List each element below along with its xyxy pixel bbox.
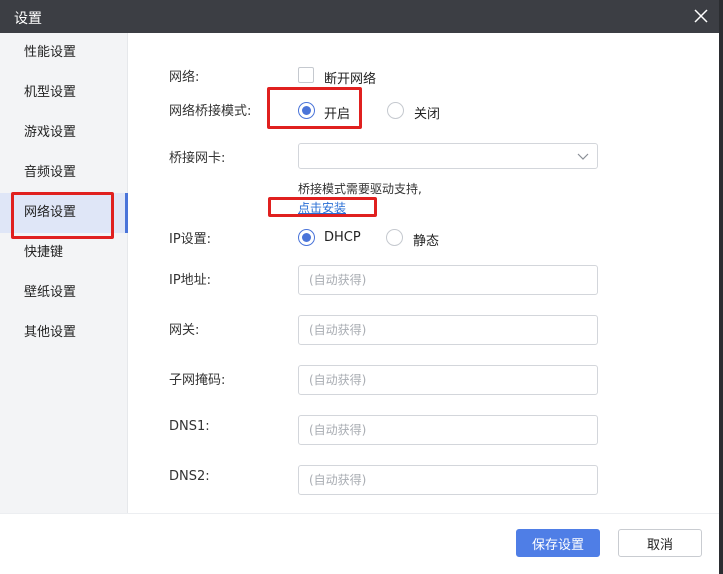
disconnect-label: 断开网络: [324, 72, 377, 87]
dhcp-label: DHCP: [324, 230, 361, 245]
title-bar: 设置: [0, 0, 719, 33]
sidebar-item-model[interactable]: 机型设置: [0, 73, 127, 113]
dns1-label: DNS1:: [169, 419, 210, 434]
sidebar-item-label: 性能设置: [24, 45, 77, 60]
gateway-input[interactable]: [298, 315, 598, 345]
chevron-down-icon: [577, 153, 589, 160]
sidebar-item-label: 机型设置: [24, 85, 77, 100]
sidebar-item-label: 其他设置: [24, 325, 77, 340]
bridge-nic-select[interactable]: [298, 143, 598, 169]
sidebar-item-other[interactable]: 其他设置: [0, 313, 127, 353]
sidebar-item-label: 壁纸设置: [24, 285, 77, 300]
save-button[interactable]: 保存设置: [516, 529, 600, 557]
highlight-box-sidebar: [11, 192, 114, 239]
subnet-mask-label: 子网掩码:: [169, 373, 226, 388]
sidebar-item-performance[interactable]: 性能设置: [0, 33, 127, 73]
close-button[interactable]: [689, 4, 713, 28]
bridge-off-label: 关闭: [414, 107, 441, 122]
driver-hint: 桥接模式需要驱动支持,: [298, 182, 422, 196]
ip-address-label: IP地址:: [169, 273, 212, 288]
sidebar-item-wallpaper[interactable]: 壁纸设置: [0, 273, 127, 313]
sidebar: 性能设置 机型设置 游戏设置 音频设置 网络设置 快捷键 壁纸设置 其他设置: [0, 33, 128, 513]
ip-address-input[interactable]: [298, 265, 598, 295]
sidebar-item-audio[interactable]: 音频设置: [0, 153, 127, 193]
cancel-button[interactable]: 取消: [618, 529, 702, 557]
settings-dialog: 性能设置 机型设置 游戏设置 音频设置 网络设置 快捷键 壁纸设置 其他设置 网…: [0, 33, 719, 574]
bridge-mode-label: 网络桥接模式:: [169, 104, 252, 119]
ip-setting-label: IP设置:: [169, 232, 212, 247]
sidebar-item-game[interactable]: 游戏设置: [0, 113, 127, 153]
sidebar-item-shortcuts[interactable]: 快捷键: [0, 233, 127, 273]
dns2-label: DNS2:: [169, 469, 210, 484]
bridge-nic-label: 桥接网卡:: [169, 151, 226, 166]
highlight-box-install-link: [268, 197, 377, 217]
static-label: 静态: [413, 234, 440, 249]
background-edge: [719, 0, 723, 574]
subnet-mask-input[interactable]: [298, 365, 598, 395]
dialog-footer: 保存设置 取消: [0, 513, 719, 574]
window-title: 设置: [14, 11, 42, 27]
dns2-input[interactable]: [298, 465, 598, 495]
highlight-box-bridge-mode: [267, 87, 362, 129]
network-settings-panel: 网络: 断开网络 网络桥接模式: 开启 关闭 桥接网卡: 桥接模式需要驱动支持,…: [128, 33, 719, 513]
sidebar-item-label: 快捷键: [24, 245, 64, 260]
bridge-off-radio[interactable]: [387, 102, 404, 119]
sidebar-item-label: 游戏设置: [24, 125, 77, 140]
network-label: 网络:: [169, 70, 200, 85]
gateway-label: 网关:: [169, 323, 200, 338]
close-icon: [694, 9, 708, 23]
sidebar-item-label: 音频设置: [24, 165, 77, 180]
static-radio[interactable]: [386, 229, 403, 246]
disconnect-checkbox[interactable]: [298, 67, 314, 83]
dns1-input[interactable]: [298, 415, 598, 445]
dhcp-radio[interactable]: [298, 229, 315, 246]
